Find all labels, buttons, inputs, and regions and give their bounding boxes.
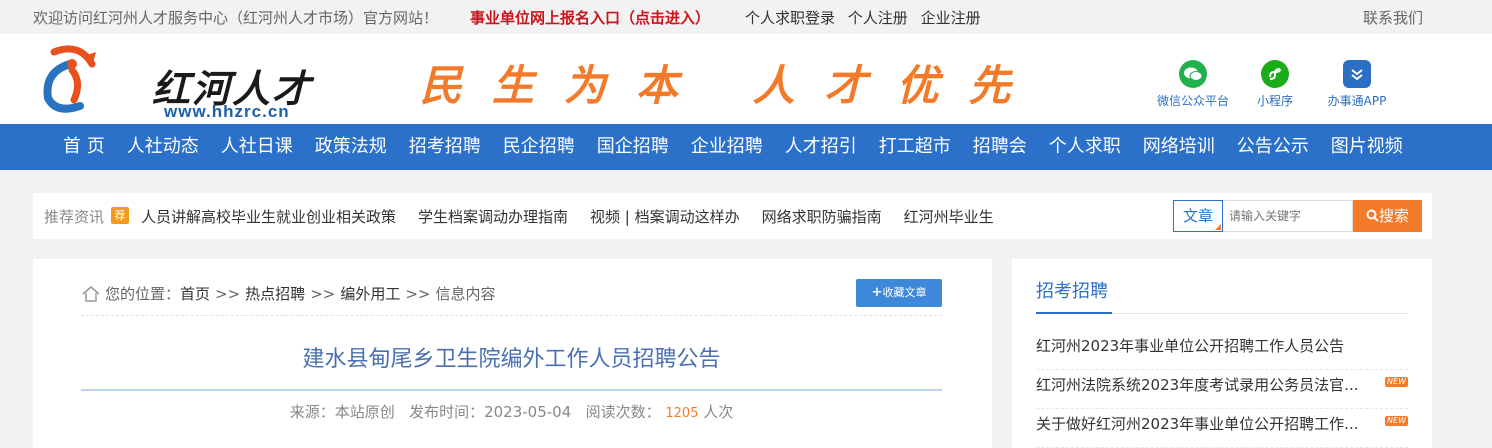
nav-item[interactable]: 人才招引 [774, 124, 868, 170]
sidebar-list-item[interactable]: 红河州2023年事业单位公开招聘工作人员公告 [1036, 335, 1408, 370]
sidebar-item-text: 关于做好红河州2023年事业单位公开招聘工作... [1036, 415, 1359, 433]
nav-item[interactable]: 图片视频 [1320, 124, 1414, 170]
sidebar-list-item[interactable]: 关于做好红河州2023年事业单位公开招聘工作... NEW [1036, 413, 1408, 448]
sidebar-item-text: 红河州2023年事业单位公开招聘工作人员公告 [1036, 337, 1345, 355]
app-icon [1343, 60, 1371, 88]
source-value: 本站原创 [334, 403, 395, 421]
site-logo[interactable]: 红河人才网 www.hhzrc.cn [34, 42, 324, 166]
mini-program-label: 小程序 [1256, 94, 1293, 108]
wechat-link[interactable]: 微信公众平台 [1148, 60, 1238, 109]
nav-item[interactable]: 首 页 [52, 124, 116, 170]
recommend-bar: 推荐资讯 荐 人员讲解高校毕业生就业创业相关政策 学生档案调动办理指南 视频 | 档… [33, 193, 1432, 239]
crumb-separator: >> [405, 284, 431, 303]
source-label: 来源： [289, 403, 335, 421]
date-label: 发布时间： [409, 403, 485, 421]
nav-item[interactable]: 招聘会 [962, 124, 1038, 170]
company-register-link[interactable]: 企业注册 [921, 9, 981, 27]
search-type-select[interactable]: 文章 [1173, 200, 1223, 232]
wechat-label: 微信公众平台 [1156, 94, 1229, 108]
nav-item[interactable]: 个人求职 [1038, 124, 1132, 170]
welcome-text: 欢迎访问红河州人才服务中心（红河州人才市场）官方网站！ [33, 9, 439, 27]
crumb-home[interactable]: 首页 [180, 283, 210, 304]
mini-program-link[interactable]: 小程序 [1230, 60, 1320, 109]
crumb-current: 信息内容 [435, 285, 496, 303]
logo-emblem-icon [43, 45, 96, 113]
service-app-label: 办事通APP [1327, 94, 1387, 108]
crumb-hot-jobs[interactable]: 热点招聘 [245, 283, 305, 304]
corner-arrow-icon [1215, 224, 1221, 230]
nav-item[interactable]: 民企招聘 [492, 124, 586, 170]
search-icon [1366, 209, 1379, 222]
search-button-label: 搜索 [1378, 207, 1409, 225]
crumb-separator: >> [215, 284, 241, 303]
recommend-ticker: 人员讲解高校毕业生就业创业相关政策 学生档案调动办理指南 视频 | 档案调动这样办 网… [141, 206, 1041, 227]
nav-item[interactable]: 人社动态 [116, 124, 210, 170]
recommend-item[interactable]: 人员讲解高校毕业生就业创业相关政策 [141, 208, 396, 226]
search-box: 文章 搜索 [1173, 200, 1423, 232]
recommend-badge: 荐 [111, 207, 129, 224]
nav-item[interactable]: 人社日课 [210, 124, 304, 170]
sidebar-list: 红河州2023年事业单位公开招聘工作人员公告 红河州法院系统2023年度考试录用公… [1036, 335, 1408, 448]
new-badge: NEW [1385, 416, 1408, 426]
search-input[interactable] [1223, 200, 1353, 232]
service-app-link[interactable]: 办事通APP [1312, 60, 1402, 109]
nav-item[interactable]: 国企招聘 [586, 124, 680, 170]
site-header: 红河人才网 www.hhzrc.cn 民生为本 人才优先 微信公众平台 小程序 … [0, 34, 1492, 166]
new-badge: NEW [1385, 377, 1408, 387]
sidebar-item-text: 红河州法院系统2023年度考试录用公务员法官... [1036, 376, 1359, 394]
recommend-item[interactable]: 网络求职防骗指南 [762, 208, 882, 226]
views-unit: 人次 [703, 403, 734, 421]
views-count: 1205 [665, 406, 699, 421]
article-title: 建水县甸尾乡卫生院编外工作人员招聘公告 [302, 347, 721, 372]
breadcrumb: 您的位置： 首页 >> 热点招聘 >> 编外用工 >> 信息内容 [81, 283, 496, 304]
recommend-item[interactable]: 视频 | 档案调动这样办 [590, 208, 740, 226]
account-links: 个人求职登录 个人注册 企业注册 [745, 7, 989, 28]
personal-login-link[interactable]: 个人求职登录 [745, 9, 835, 27]
search-type-label: 文章 [1182, 207, 1213, 225]
recommend-item[interactable]: 红河州毕业生 [904, 208, 994, 226]
apply-entry-link[interactable]: 事业单位网上报名入口（点击进入） [470, 7, 710, 28]
site-slogan: 民生为本 人才优先 [420, 61, 1041, 110]
top-bar: 欢迎访问红河州人才服务中心（红河州人才市场）官方网站！ 事业单位网上报名入口（点… [0, 0, 1492, 34]
nav-item[interactable]: 打工超市 [868, 124, 962, 170]
recommend-label: 推荐资讯 [44, 208, 105, 226]
plus-icon: + [871, 285, 883, 300]
views-label: 阅读次数： [585, 403, 661, 421]
nav-list: 首 页人社动态 人社日课 政策法规 招考招聘 民企招聘 国企招聘 企业招聘 人才招引 打工超市招… [52, 124, 1414, 170]
nav-item[interactable]: 招考招聘 [398, 124, 492, 170]
contact-link[interactable]: 联系我们 [1363, 7, 1423, 28]
sidebar-panel: 招考招聘 红河州2023年事业单位公开招聘工作人员公告 红河州法院系统2023年度… [1012, 259, 1432, 448]
main-nav: 首 页人社动态 人社日课 政策法规 招考招聘 民企招聘 国企招聘 企业招聘 人才招引 打工超市招… [0, 124, 1492, 170]
article-panel: 您的位置： 首页 >> 热点招聘 >> 编外用工 >> 信息内容 +收藏文章 建… [33, 259, 992, 448]
nav-item[interactable]: 企业招聘 [680, 124, 774, 170]
search-button[interactable]: 搜索 [1353, 200, 1422, 232]
crumb-separator: >> [310, 284, 336, 303]
home-icon [82, 285, 100, 302]
article-meta: 来源：本站原创 发布时间：2023-05-04 阅读次数： 1205 人次 [81, 401, 942, 422]
crumb-label: 您的位置： [105, 285, 181, 303]
divider [81, 315, 942, 316]
title-underline [81, 389, 942, 391]
recommend-item[interactable]: 学生档案调动办理指南 [418, 208, 568, 226]
favorite-button[interactable]: +收藏文章 [856, 279, 942, 307]
crumb-contract[interactable]: 编外用工 [340, 283, 400, 304]
sidebar-list-item[interactable]: 红河州法院系统2023年度考试录用公务员法官... NEW [1036, 374, 1408, 409]
personal-register-link[interactable]: 个人注册 [848, 9, 908, 27]
nav-item[interactable]: 政策法规 [304, 124, 398, 170]
nav-item[interactable]: 公告公示 [1226, 124, 1320, 170]
nav-item[interactable]: 网络培训 [1132, 124, 1226, 170]
date-value: 2023-05-04 [484, 403, 572, 421]
wechat-icon [1179, 60, 1207, 88]
favorite-label: 收藏文章 [882, 286, 927, 299]
heading-accent [1036, 312, 1112, 314]
logo-url: www.hhzrc.cn [164, 102, 290, 121]
mini-program-icon [1261, 60, 1289, 88]
sidebar-heading[interactable]: 招考招聘 [1036, 277, 1108, 303]
